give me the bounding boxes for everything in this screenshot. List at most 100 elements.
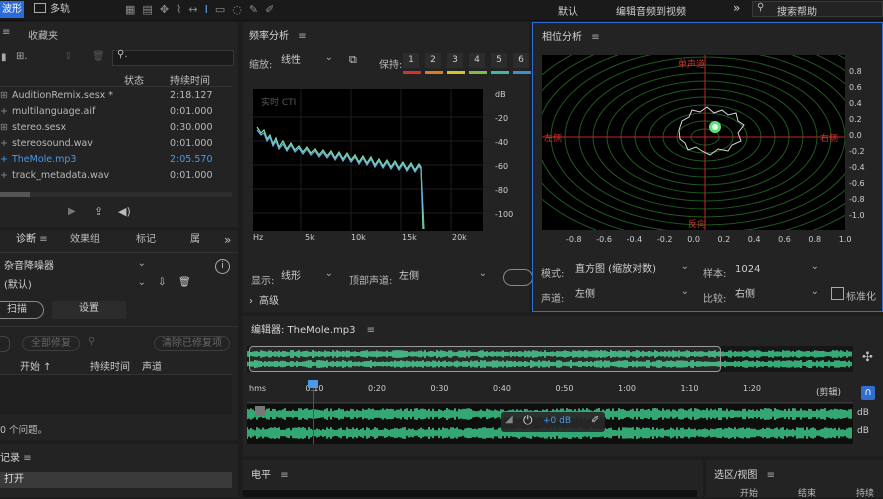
tab-markers[interactable]: 标记	[136, 230, 156, 250]
gain-value[interactable]: +0 dB	[543, 416, 571, 426]
file-row[interactable]: + track_metadata.wav 0:01.000	[0, 168, 232, 184]
panel-menu-icon[interactable]: ≡	[767, 470, 775, 481]
info-icon[interactable]: i	[215, 259, 230, 274]
pin-icon[interactable]: ✐	[591, 415, 599, 426]
repair-all-button[interactable]: 全部修复	[22, 336, 80, 351]
scale-dropdown[interactable]: 线性	[277, 50, 337, 68]
delete-file-icon[interactable]: 🗑	[92, 51, 105, 62]
file-row[interactable]: ⊞ AuditionRemix.sesx * 2:18.127	[0, 88, 232, 104]
col-duration[interactable]: 持续时间	[90, 358, 130, 373]
zoom-icon[interactable]: ⚲	[88, 336, 95, 347]
hold-button-3[interactable]: 3	[447, 53, 463, 68]
speaker-icon[interactable]: ◀)	[118, 205, 131, 218]
overview-waveform[interactable]	[247, 346, 853, 372]
tab-properties[interactable]: 属	[190, 230, 200, 250]
effect-dropdown[interactable]: 杂音降噪器	[0, 256, 150, 274]
files-scrollbar[interactable]	[0, 192, 232, 197]
file-row-selected[interactable]: + TheMole.mp3 2:05.570	[0, 152, 232, 168]
slip-tool-icon[interactable]: ↔	[188, 3, 204, 16]
tab-effects-group[interactable]: 效果组	[70, 230, 100, 250]
save-preset-icon[interactable]: ⇩	[158, 277, 166, 288]
settings-button[interactable]: 设置	[52, 301, 126, 319]
brush-tool-icon[interactable]: ✎	[249, 3, 265, 16]
razor-tool-icon[interactable]: ⌇	[176, 3, 188, 16]
favorites-tab[interactable]: 收藏夹	[28, 27, 58, 42]
copy-icon[interactable]: ⧉	[349, 53, 357, 67]
clear-repaired-button[interactable]: 清除已修复项	[154, 336, 230, 351]
hold-button-4[interactable]: 4	[469, 53, 485, 68]
files-panel-menu-icon[interactable]: ≡	[2, 27, 10, 38]
snap-icon[interactable]: ∩	[861, 386, 875, 400]
scan-partial-button[interactable]	[503, 269, 533, 286]
hold-button-2[interactable]: 2	[425, 53, 441, 68]
tab-diagnostics[interactable]: 诊断 ≡	[16, 230, 48, 250]
workspace-default[interactable]: 默认	[558, 3, 578, 18]
tabs-more[interactable]: »	[224, 230, 231, 250]
levels-title[interactable]: 电平 ≡	[251, 466, 289, 481]
hold-button-1[interactable]: 1	[403, 53, 419, 68]
export-icon[interactable]: ⇪	[94, 205, 103, 218]
file-row[interactable]: + stereosound.wav 0:01.000	[0, 136, 232, 152]
top-channel-dropdown[interactable]: 左侧	[395, 266, 491, 284]
playhead-handle[interactable]	[308, 380, 318, 388]
multitrack-mode-button[interactable]: 多轨	[34, 1, 82, 18]
time-ruler[interactable]: hms 0:10 0:20 0:30 0:40 0:50 1:00 1:10 1:20	[247, 382, 853, 403]
tab-menu-icon[interactable]: ≡	[39, 234, 47, 245]
scan-button[interactable]: 扫描	[0, 301, 44, 319]
mode-dropdown[interactable]: 直方图 (缩放对数)	[571, 259, 693, 277]
repair-button[interactable]	[0, 336, 10, 352]
delete-preset-icon[interactable]: 🗑	[178, 277, 191, 288]
file-row[interactable]: + multilanguage.aif 0:01.000	[0, 104, 232, 120]
preset-dropdown[interactable]: (默认)	[0, 275, 150, 293]
marquee-tool-icon[interactable]: ▭	[215, 3, 232, 16]
hold-color-swatch	[469, 71, 487, 74]
col-channel[interactable]: 声道	[142, 358, 162, 373]
playhead[interactable]	[313, 382, 314, 444]
search-help-field[interactable]: ⚲ 搜索帮助	[752, 1, 883, 18]
phase-analysis-title[interactable]: 相位分析 ≡	[542, 28, 600, 43]
compare-dropdown[interactable]: 右侧	[731, 284, 823, 302]
spectral-pitch-icon[interactable]: ▤	[142, 3, 159, 16]
hold-button-6[interactable]: 6	[513, 53, 529, 68]
time-selection-tool-icon[interactable]: I	[205, 3, 215, 16]
waveform-mode-button[interactable]: 波形	[0, 1, 24, 18]
hold-button-5[interactable]: 5	[491, 53, 507, 68]
files-search-field[interactable]: ⚲.	[112, 49, 234, 66]
spot-heal-icon[interactable]: ✐	[265, 3, 281, 16]
open-file-icon[interactable]: ▮	[1, 52, 7, 63]
files-col-status[interactable]: 状态	[124, 72, 144, 87]
panel-menu-icon[interactable]: ≡	[280, 470, 288, 481]
play-icon[interactable]: ▶	[68, 206, 76, 217]
col-start[interactable]: 开始 ↑	[20, 358, 52, 373]
import-file-icon[interactable]: ⊞.	[16, 51, 28, 62]
frequency-analysis-title[interactable]: 频率分析 ≡	[249, 27, 307, 42]
search-help-placeholder: 搜索帮助	[777, 7, 817, 18]
move-tool-icon[interactable]: ✥	[160, 3, 176, 16]
file-row[interactable]: ⊞ stereo.sesx 0:30.000	[0, 120, 232, 136]
display-dropdown[interactable]: 线形	[277, 266, 337, 284]
insert-multitrack-icon[interactable]: ⇪	[64, 51, 72, 62]
lasso-tool-icon[interactable]: ◌	[232, 3, 249, 16]
history-item[interactable]: 打开	[0, 472, 232, 488]
sample-dropdown[interactable]: 1024	[731, 259, 823, 277]
gain-knob-icon[interactable]: ⏻	[523, 413, 533, 428]
selection-view-title[interactable]: 选区/视图 ≡	[714, 466, 775, 481]
editor-title[interactable]: 编辑器: TheMole.mp3 ≡	[251, 321, 375, 336]
file-duration: 2:18.127	[170, 90, 213, 101]
panel-menu-icon[interactable]: ≡	[591, 32, 599, 43]
normalize-checkbox[interactable]	[831, 287, 844, 300]
zoom-navigate-icon[interactable]: ✣	[862, 350, 873, 365]
history-title[interactable]: 记录 ≡	[0, 449, 32, 464]
workspace-edit-video[interactable]: 编辑音频到视频	[616, 3, 686, 18]
channel-dropdown[interactable]: 左侧	[571, 284, 693, 302]
history-menu-icon[interactable]: ≡	[23, 453, 31, 464]
overview-viewport[interactable]	[249, 346, 721, 372]
gain-hud[interactable]: ◢ ⏻ +0 dB	[501, 412, 605, 432]
waveform-tracks[interactable]: ◢ ⏻ +0 dB ✐	[247, 380, 853, 444]
panel-menu-icon[interactable]: ≡	[367, 325, 375, 336]
files-col-duration[interactable]: 持续时间	[170, 72, 210, 87]
panel-menu-icon[interactable]: ≡	[298, 31, 306, 42]
spectral-display-icon[interactable]: ▦	[125, 3, 142, 16]
workspace-more[interactable]: »	[733, 1, 740, 15]
advanced-toggle[interactable]: › 高级	[249, 292, 279, 307]
